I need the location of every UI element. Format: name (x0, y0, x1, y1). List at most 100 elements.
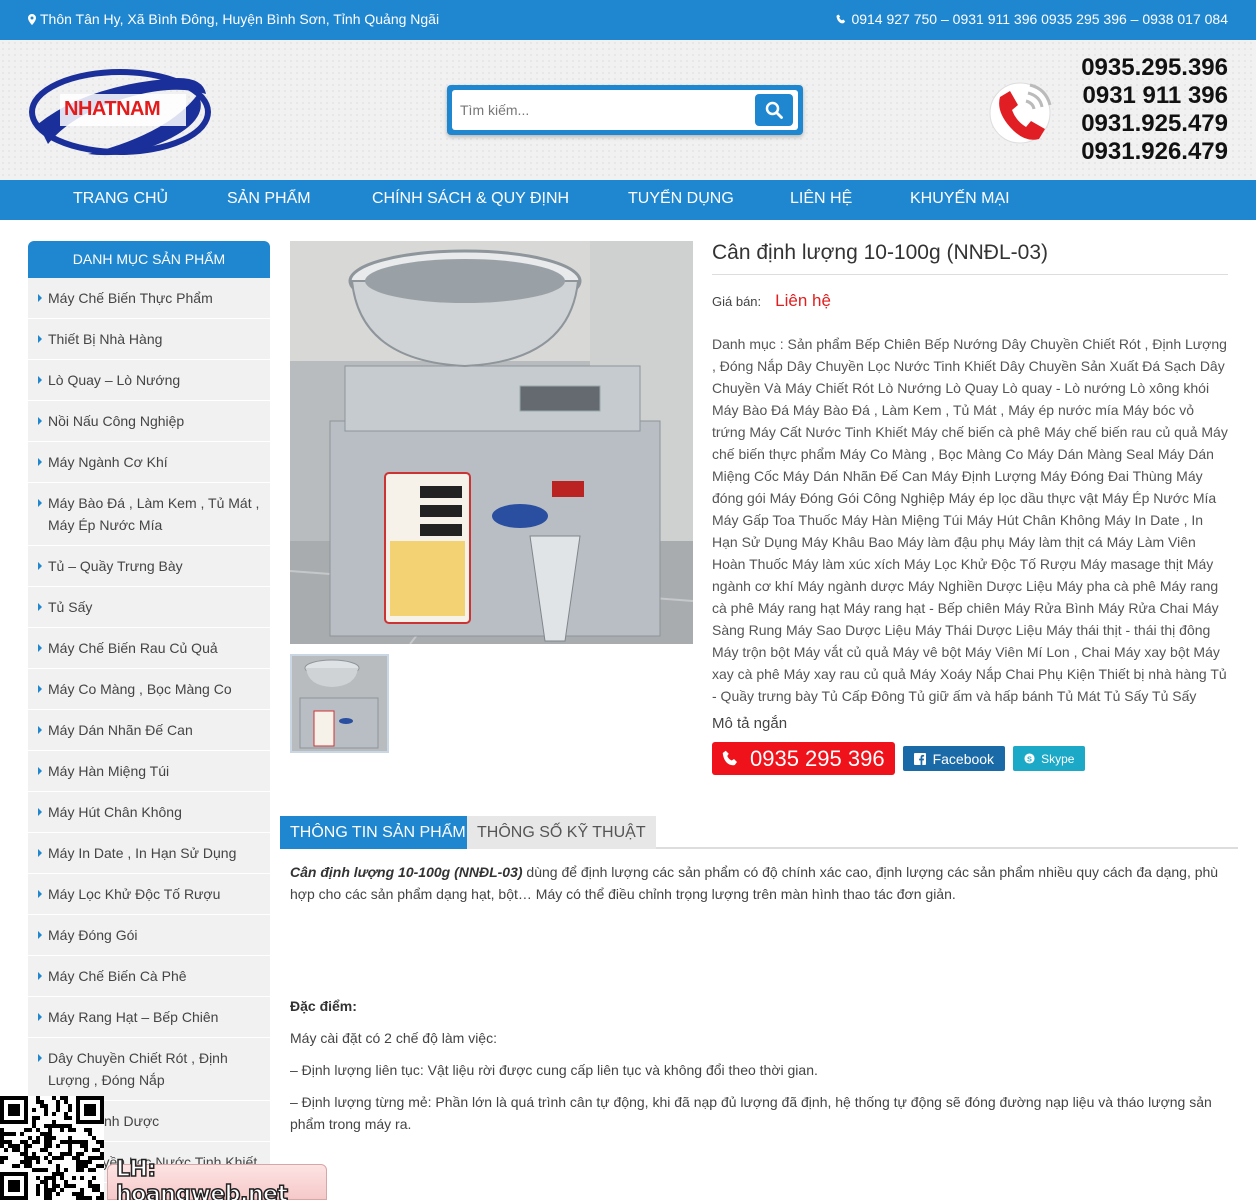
features-p2: – Định lượng liên tục: Vật liệu rời được… (290, 1062, 818, 1078)
short-description: Mô tả ngắn (712, 715, 788, 732)
caret-right-icon (38, 294, 42, 302)
caret-right-icon (38, 931, 42, 939)
lead-paragraph: Cân định lượng 10-100g (NNĐL-03) dùng để… (290, 861, 1228, 905)
site-logo[interactable]: NHATNAM (28, 64, 218, 160)
sidebar-category-item[interactable]: Máy Chế Biến Rau Củ Quả (28, 628, 270, 669)
caret-right-icon (38, 644, 42, 652)
search-icon (765, 101, 783, 119)
product-description: Cân định lượng 10-100g (NNĐL-03) dùng để… (290, 861, 1228, 1135)
sidebar-category-label: Máy Đóng Gói (48, 927, 138, 943)
tab-specs[interactable]: THÔNG SỐ KỸ THUẬT (467, 816, 656, 849)
sidebar-category-label: Máy Dán Nhãn Đế Can (48, 722, 193, 738)
category-sidebar: DANH MỤC SẢN PHẨM Máy Chế Biến Thực Phẩm… (28, 241, 270, 1200)
product-thumbnail[interactable] (290, 654, 389, 753)
sidebar-category-item[interactable]: Máy Lọc Khử Độc Tố Rượu (28, 874, 270, 915)
map-pin-icon (28, 13, 36, 25)
sidebar-category-label: Máy Ngành Cơ Khí (48, 454, 168, 470)
sidebar-category-item[interactable]: Máy Dán Nhãn Đế Can (28, 710, 270, 751)
nav-policy[interactable]: CHÍNH SÁCH & QUY ĐỊNH (372, 190, 569, 208)
product-main-image[interactable] (290, 241, 693, 644)
sidebar-category-item[interactable]: Máy Đóng Gói (28, 915, 270, 956)
top-phones-text[interactable]: 0914 927 750 – 0931 911 396 0935 295 396… (851, 11, 1228, 27)
qr-code[interactable] (0, 1096, 104, 1200)
sidebar-category-label: Máy Bào Đá , Làm Kem , Tủ Mát , Máy Ép N… (48, 495, 260, 533)
search-bar (447, 85, 803, 135)
nav-promotions[interactable]: KHUYẾN MẠI (910, 190, 1010, 208)
search-input[interactable] (452, 90, 752, 130)
hotline-numbers: 0935.295.396 0931 911 396 0931.925.479 0… (1081, 54, 1228, 166)
sidebar-title: DANH MỤC SẢN PHẨM (28, 241, 270, 278)
hotline-4[interactable]: 0931.926.479 (1081, 138, 1228, 166)
nav-recruitment[interactable]: TUYỂN DỤNG (628, 190, 734, 208)
ad-banner[interactable]: LH: hoangweb.net (107, 1156, 327, 1200)
price-row: Giá bán: Liên hệ (712, 291, 1228, 311)
nav-home[interactable]: TRANG CHỦ (73, 190, 168, 208)
skype-label: Skype (1041, 751, 1075, 766)
sidebar-category-item[interactable]: Máy Rang Hạt – Bếp Chiên (28, 997, 270, 1038)
main-nav: TRANG CHỦ SẢN PHẨM CHÍNH SÁCH & QUY ĐỊNH… (0, 180, 1256, 220)
sidebar-category-item[interactable]: Thiết Bị Nhà Hàng (28, 319, 270, 360)
address: Thôn Tân Hy, Xã Bình Đông, Huyện Bình Sơ… (28, 11, 439, 27)
address-text: Thôn Tân Hy, Xã Bình Đông, Huyện Bình Sơ… (40, 11, 440, 27)
nav-contact[interactable]: LIÊN HỆ (790, 190, 852, 208)
facebook-label: Facebook (932, 750, 995, 767)
caret-right-icon (38, 849, 42, 857)
logo-text: NHATNAM (64, 98, 161, 120)
caret-right-icon (38, 499, 42, 507)
sidebar-category-item[interactable]: Tủ – Quầy Trưng Bày (28, 546, 270, 587)
caret-right-icon (38, 890, 42, 898)
product-title: Cân định lượng 10-100g (NNĐL-03) (712, 241, 1228, 275)
sidebar-category-label: Nồi Nấu Công Nghiệp (48, 413, 185, 429)
sidebar-category-item[interactable]: Máy In Date , In Hạn Sử Dụng (28, 833, 270, 874)
price-label: Giá bán: (712, 293, 762, 309)
hotline-phone-icon (989, 82, 1052, 144)
sidebar-category-item[interactable]: Nồi Nấu Công Nghiệp (28, 401, 270, 442)
caret-right-icon (38, 808, 42, 816)
product-tabs: THÔNG TIN SẢN PHẨM THÔNG SỐ KỸ THUẬT (280, 816, 1238, 849)
sidebar-category-item[interactable]: Máy Bào Đá , Làm Kem , Tủ Mát , Máy Ép N… (28, 483, 270, 546)
nav-products[interactable]: SẢN PHẨM (227, 190, 311, 208)
facebook-icon (913, 752, 926, 765)
caret-right-icon (38, 685, 42, 693)
caret-right-icon (38, 458, 42, 466)
sidebar-category-item[interactable]: Lò Quay – Lò Nướng (28, 360, 270, 401)
sidebar-category-item[interactable]: Máy Co Màng , Bọc Màng Co (28, 669, 270, 710)
phone-icon (722, 750, 737, 765)
svg-text:S: S (1027, 754, 1032, 763)
sidebar-category-label: Lò Quay – Lò Nướng (48, 372, 181, 388)
sidebar-category-label: Thiết Bị Nhà Hàng (48, 331, 163, 347)
lead-product-name: Cân định lượng 10-100g (NNĐL-03) (290, 864, 523, 880)
hotline-3[interactable]: 0931.925.479 (1081, 110, 1228, 138)
sidebar-category-item[interactable]: Máy Chế Biến Cà Phê (28, 956, 270, 997)
sidebar-category-item[interactable]: Dây Chuyền Chiết Rót , Định Lượng , Đóng… (28, 1038, 270, 1101)
search-button[interactable] (755, 94, 793, 126)
hotline-1[interactable]: 0935.295.396 (1081, 54, 1228, 82)
sidebar-category-item[interactable]: Máy Chế Biến Thực Phẩm (28, 278, 270, 319)
sidebar-category-item[interactable]: Tủ Sấy (28, 587, 270, 628)
thumbnail-photo (292, 656, 387, 751)
caret-right-icon (38, 972, 42, 980)
features-p3: – Định lượng từng mẻ: Phần lớn là quá tr… (290, 1094, 1212, 1132)
tab-product-info[interactable]: THÔNG TIN SẢN PHẨM (280, 816, 476, 849)
sidebar-category-item[interactable]: Máy Hàn Miệng Túi (28, 751, 270, 792)
caret-right-icon (38, 767, 42, 775)
product-info: Cân định lượng 10-100g (NNĐL-03) Giá bán… (712, 241, 1228, 775)
skype-button[interactable]: S Skype (1013, 746, 1086, 771)
sidebar-category-label: Dây Chuyền Chiết Rót , Định Lượng , Đóng… (48, 1050, 228, 1088)
caret-right-icon (38, 376, 42, 384)
qr-code-icon (0, 1096, 104, 1200)
hotline-2[interactable]: 0931 911 396 (1081, 82, 1229, 110)
sidebar-category-label: Máy Hút Chân Không (48, 804, 182, 820)
sidebar-category-item[interactable]: Máy Ngành Cơ Khí (28, 442, 270, 483)
features-p1: Máy cài đặt có 2 chế độ làm việc: (290, 1030, 497, 1046)
facebook-button[interactable]: Facebook (902, 746, 1006, 771)
caret-right-icon (38, 726, 42, 734)
sidebar-category-label: Máy Hàn Miệng Túi (48, 763, 170, 779)
sidebar-category-label: Máy Chế Biến Rau Củ Quả (48, 640, 218, 656)
sidebar-category-item[interactable]: Máy Hút Chân Không (28, 792, 270, 833)
contact-actions: 0935 295 396 Facebook S Skype (712, 742, 1228, 775)
caret-right-icon (38, 562, 42, 570)
sidebar-category-label: Tủ – Quầy Trưng Bày (48, 558, 183, 574)
call-button[interactable]: 0935 295 396 (712, 742, 895, 775)
price-value: Liên hệ (775, 291, 831, 310)
